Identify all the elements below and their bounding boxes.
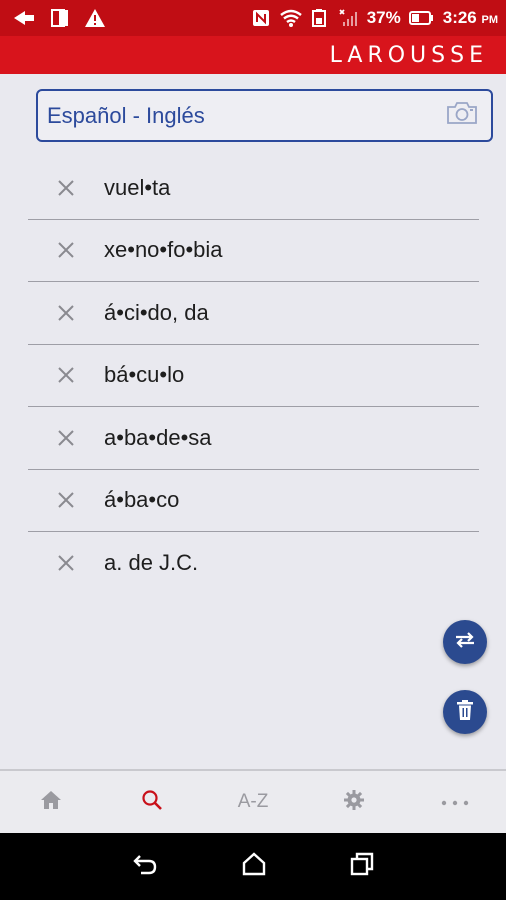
sim-card-icon <box>50 8 70 28</box>
battery-icon <box>408 10 435 26</box>
language-pair-label: Español - Inglés <box>47 102 205 128</box>
history-list: vuel•ta xe•no•fo•bia á•ci•do, da bá•cu•l… <box>28 157 479 595</box>
home-icon <box>40 790 62 815</box>
history-row[interactable]: bá•cu•lo <box>28 345 479 407</box>
brand-logo: LAROUSSE <box>329 42 488 68</box>
history-row[interactable]: á•ci•do, da <box>28 282 479 345</box>
swap-language-button[interactable] <box>443 620 487 664</box>
system-nav-bar <box>0 833 506 900</box>
remove-icon[interactable] <box>28 428 104 448</box>
camera-icon[interactable] <box>445 100 479 131</box>
clear-history-button[interactable] <box>443 690 487 734</box>
history-row[interactable]: á•ba•co <box>28 470 479 532</box>
status-left-icons <box>0 8 106 28</box>
search-icon <box>141 789 163 816</box>
history-word: a. de J.C. <box>104 550 199 576</box>
history-row[interactable]: a. de J.C. <box>28 532 479 595</box>
gear-icon <box>343 789 365 816</box>
history-row[interactable]: xe•no•fo•bia <box>28 220 479 282</box>
history-row[interactable]: vuel•ta <box>28 157 479 220</box>
history-word: bá•cu•lo <box>104 362 185 388</box>
nav-home[interactable] <box>0 771 101 833</box>
back-arrow-icon <box>12 8 36 28</box>
wifi-icon <box>279 8 303 28</box>
remove-icon[interactable] <box>28 240 104 260</box>
history-word: a•ba•de•sa <box>104 424 212 450</box>
nav-settings[interactable] <box>304 771 405 833</box>
remove-icon[interactable] <box>28 303 104 323</box>
trash-icon <box>456 699 474 726</box>
nav-more[interactable] <box>405 771 506 833</box>
language-selector[interactable]: Español - Inglés <box>36 89 493 142</box>
time-value: 3:26 <box>442 8 477 27</box>
nav-a-z[interactable]: A-Z <box>202 771 303 833</box>
remove-icon[interactable] <box>28 553 104 573</box>
remove-icon[interactable] <box>28 178 104 198</box>
signal-icon <box>337 8 359 28</box>
bottom-nav: A-Z <box>0 769 506 833</box>
history-row[interactable]: a•ba•de•sa <box>28 407 479 470</box>
history-word: á•ba•co <box>104 487 180 513</box>
remove-icon[interactable] <box>28 490 104 510</box>
app-bar: LAROUSSE <box>0 36 506 74</box>
history-word: xe•no•fo•bia <box>104 237 223 263</box>
warning-icon <box>84 8 106 28</box>
system-recents-icon[interactable] <box>350 852 374 881</box>
time-meridiem: PM <box>481 14 499 26</box>
nav-search[interactable] <box>101 771 202 833</box>
nfc-icon <box>251 8 271 28</box>
system-home-icon[interactable] <box>242 852 266 881</box>
more-icon <box>441 793 469 811</box>
status-time: 3:26 PM <box>443 8 498 28</box>
system-back-icon[interactable] <box>132 853 158 880</box>
history-word: vuel•ta <box>104 174 171 200</box>
remove-icon[interactable] <box>28 365 104 385</box>
status-right-icons: 37% 3:26 PM <box>251 8 506 28</box>
history-word: á•ci•do, da <box>104 299 209 325</box>
swap-icon <box>453 630 477 655</box>
battery-saver-icon <box>311 8 329 28</box>
status-bar: 37% 3:26 PM <box>0 0 506 36</box>
nav-a-z-label: A-Z <box>237 791 269 812</box>
battery-percent: 37% <box>366 8 401 27</box>
